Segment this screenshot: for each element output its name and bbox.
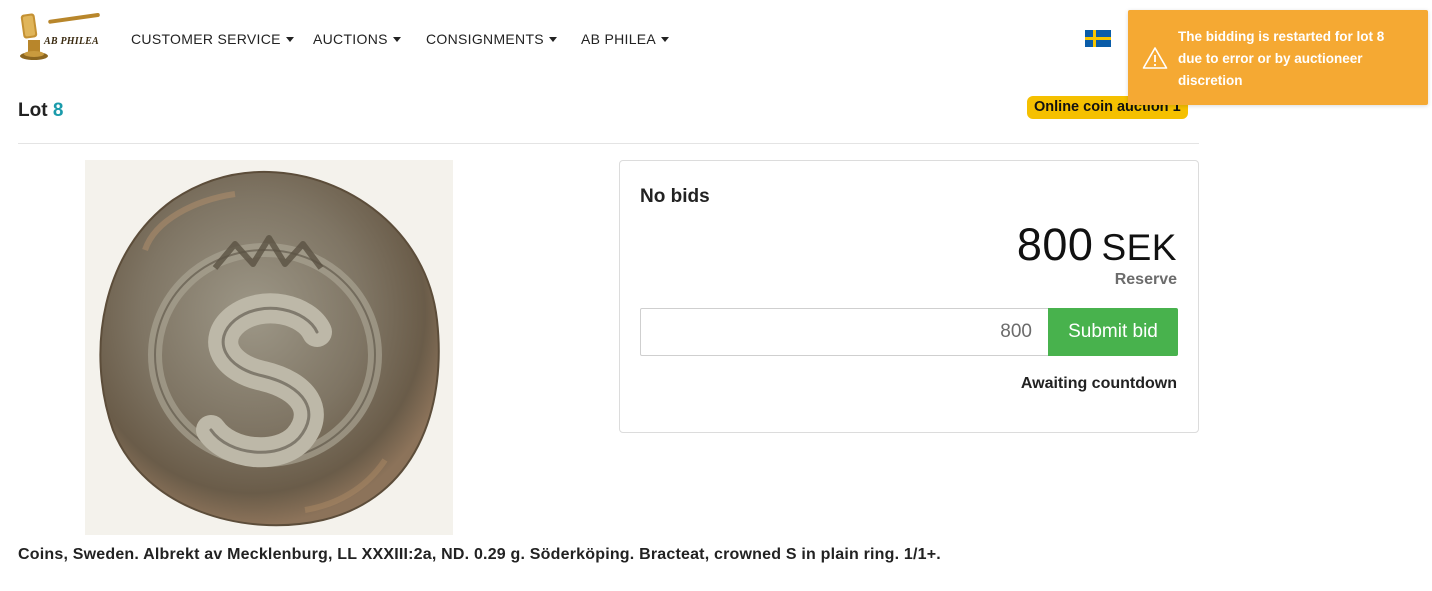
amount-currency: SEK [1101, 227, 1177, 268]
coin-picture [99, 170, 440, 527]
nav-auctions[interactable]: AUCTIONS [313, 31, 401, 47]
divider [18, 143, 1199, 144]
nav-label: AB PHILEA [581, 31, 657, 47]
nav-customer-service[interactable]: CUSTOMER SERVICE [131, 31, 294, 47]
ab-philea-logo[interactable]: AB PHILEA [18, 12, 102, 64]
bid-panel: No bids 800SEK Reserve Submit bid Awaiti… [619, 160, 1199, 433]
toast-message: The bidding is restarted for lot 8 due t… [1178, 29, 1385, 88]
lot-number: 8 [52, 100, 64, 121]
coin-image[interactable] [85, 160, 453, 535]
amount-caption: Reserve [1114, 271, 1177, 288]
countdown-status: Awaiting countdown [1020, 375, 1177, 392]
current-amount: 800 SEK [1017, 219, 1177, 271]
amount-value: 800 [1016, 219, 1094, 270]
caret-down-icon [661, 37, 670, 42]
submit-bid-button[interactable]: Submit bid [1048, 308, 1178, 356]
lot-label: Lot [18, 100, 48, 121]
lot-description: Coins, Sweden. Albrekt av Mecklenburg, L… [18, 546, 941, 563]
nav-label: CUSTOMER SERVICE [131, 31, 281, 47]
nav-label: CONSIGNMENTS [426, 31, 544, 47]
sweden-flag-icon[interactable] [1085, 30, 1111, 47]
nav-ab-philea[interactable]: AB PHILEA [581, 31, 670, 47]
lot-title: Lot 8 [18, 100, 63, 122]
bid-amount-input[interactable] [640, 308, 1049, 356]
restart-notification-toast[interactable]: The bidding is restarted for lot 8 due t… [1128, 10, 1428, 105]
caret-down-icon [548, 37, 557, 42]
warning-icon [1142, 47, 1168, 69]
bid-status: No bids [640, 186, 710, 207]
caret-down-icon [285, 37, 294, 42]
nav-consignments[interactable]: CONSIGNMENTS [426, 31, 557, 47]
nav-label: AUCTIONS [313, 31, 388, 47]
caret-down-icon [392, 37, 401, 42]
logo-text: AB PHILEA [44, 36, 99, 47]
